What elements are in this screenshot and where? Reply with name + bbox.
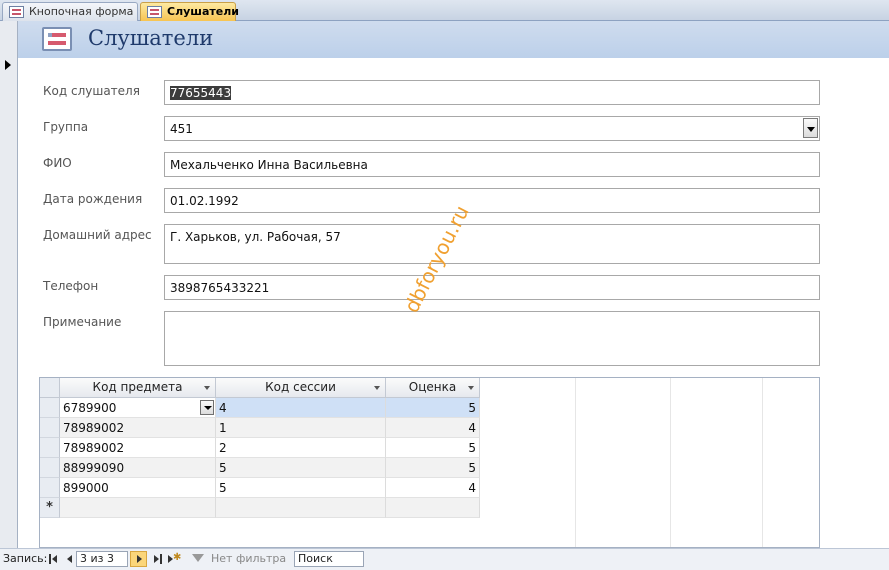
form-icon [147, 6, 162, 18]
cell-grade[interactable]: 4 [386, 478, 480, 498]
column-header-label: Код сессии [265, 380, 336, 394]
tab-listeners[interactable]: Слушатели [140, 2, 240, 21]
row-selector[interactable] [40, 418, 60, 438]
column-header-label: Оценка [408, 380, 457, 394]
column-header-label: Код предмета [92, 380, 183, 394]
column-header-subject-code[interactable]: Код предмета [60, 378, 216, 398]
birth-date-field[interactable]: 01.02.1992 [164, 188, 820, 213]
note-field[interactable] [164, 311, 820, 366]
grid-line [762, 378, 763, 547]
cell-session-code[interactable] [216, 498, 386, 518]
label-note: Примечание [43, 315, 122, 329]
phone-field[interactable]: 3898765433221 [164, 275, 820, 300]
row-selector[interactable] [40, 478, 60, 498]
cell-grade[interactable]: 5 [386, 438, 480, 458]
record-navigation-bar: Запись: 3 из 3 ✱ Нет фильтра Поиск [0, 548, 889, 570]
record-selector[interactable] [0, 21, 18, 548]
table-row[interactable]: 78989002 1 4 [60, 418, 480, 438]
home-address-field[interactable]: Г. Харьков, ул. Рабочая, 57 [164, 224, 820, 264]
label-group: Группа [43, 120, 89, 134]
row-selector[interactable] [40, 458, 60, 478]
cell-subject-code[interactable]: 78989002 [60, 418, 216, 438]
cell-session-code[interactable]: 5 [216, 478, 386, 498]
grid-line [670, 378, 671, 547]
filter-icon [192, 554, 204, 562]
home-address-value: Г. Харьков, ул. Рабочая, 57 [170, 230, 341, 244]
form-icon [9, 6, 24, 18]
cell-grade[interactable]: 4 [386, 418, 480, 438]
first-record-icon[interactable] [48, 553, 59, 565]
row-selector[interactable] [40, 398, 60, 418]
cell-subject-code[interactable]: 78989002 [60, 438, 216, 458]
chevron-down-icon[interactable] [803, 118, 818, 138]
form-icon [42, 27, 72, 51]
last-record-icon[interactable] [152, 553, 163, 565]
new-record-row[interactable] [60, 498, 480, 518]
column-header-grade[interactable]: Оценка [386, 378, 480, 398]
cell-session-code[interactable]: 5 [216, 458, 386, 478]
label-phone: Телефон [43, 279, 99, 293]
cell-subject-code[interactable] [60, 498, 216, 518]
full-name-field[interactable]: Мехальченко Инна Васильевна [164, 152, 820, 177]
grades-subform: Код предмета Код сессии Оценка 6789900 4… [39, 377, 820, 548]
table-row[interactable]: 899000 5 4 [60, 478, 480, 498]
listener-code-field[interactable]: 77655443 [164, 80, 820, 105]
form-title: Слушатели [88, 26, 214, 50]
cell-subject-code[interactable]: 899000 [60, 478, 216, 498]
cell-grade[interactable]: 5 [386, 398, 480, 418]
phone-value: 3898765433221 [170, 281, 270, 295]
next-record-icon[interactable] [130, 551, 147, 567]
cell-subject-code[interactable]: 6789900 [60, 398, 216, 418]
listener-code-value: 77655443 [170, 86, 232, 100]
new-record-icon[interactable]: ✱ [167, 553, 181, 565]
table-row[interactable]: 88999090 5 5 [60, 458, 480, 478]
group-combobox[interactable]: 451 [164, 116, 820, 141]
cell-grade[interactable] [386, 498, 480, 518]
cell-text: 6789900 [63, 401, 117, 415]
group-value: 451 [170, 122, 193, 136]
label-full-name: ФИО [43, 156, 72, 170]
cell-grade[interactable]: 5 [386, 458, 480, 478]
row-selector[interactable] [40, 438, 60, 458]
sort-arrow-icon[interactable] [468, 386, 474, 390]
sort-arrow-icon[interactable] [374, 386, 380, 390]
previous-record-icon[interactable] [64, 553, 75, 565]
label-birth-date: Дата рождения [43, 192, 143, 206]
tab-label: Слушатели [167, 5, 240, 18]
no-filter-button[interactable]: Нет фильтра [192, 551, 286, 567]
label-home-address: Домашний адрес [43, 228, 152, 242]
current-record-arrow-icon [5, 60, 11, 70]
select-all-corner[interactable] [40, 378, 60, 398]
birth-date-value: 01.02.1992 [170, 194, 239, 208]
table-row[interactable]: 6789900 4 5 [60, 398, 480, 418]
cell-session-code[interactable]: 1 [216, 418, 386, 438]
form-header: Слушатели [18, 21, 889, 58]
full-name-value: Мехальченко Инна Васильевна [170, 158, 368, 172]
new-record-marker[interactable]: * [40, 498, 60, 518]
table-row[interactable]: 78989002 2 5 [60, 438, 480, 458]
record-counter-input[interactable]: 3 из 3 [76, 551, 128, 567]
sort-arrow-icon[interactable] [204, 386, 210, 390]
label-listener-code: Код слушателя [43, 84, 140, 98]
grid-line [575, 378, 576, 547]
chevron-down-icon[interactable] [200, 400, 214, 415]
cell-session-code[interactable]: 4 [216, 398, 386, 418]
cell-subject-code[interactable]: 88999090 [60, 458, 216, 478]
record-label: Запись: [3, 552, 48, 565]
search-input[interactable]: Поиск [294, 551, 364, 567]
tab-label: Кнопочная форма [29, 5, 134, 18]
cell-session-code[interactable]: 2 [216, 438, 386, 458]
document-tab-bar: Кнопочная форма Слушатели [0, 0, 889, 21]
filter-label: Нет фильтра [211, 552, 287, 565]
column-header-session-code[interactable]: Код сессии [216, 378, 386, 398]
tab-switchboard-form[interactable]: Кнопочная форма [2, 2, 138, 21]
